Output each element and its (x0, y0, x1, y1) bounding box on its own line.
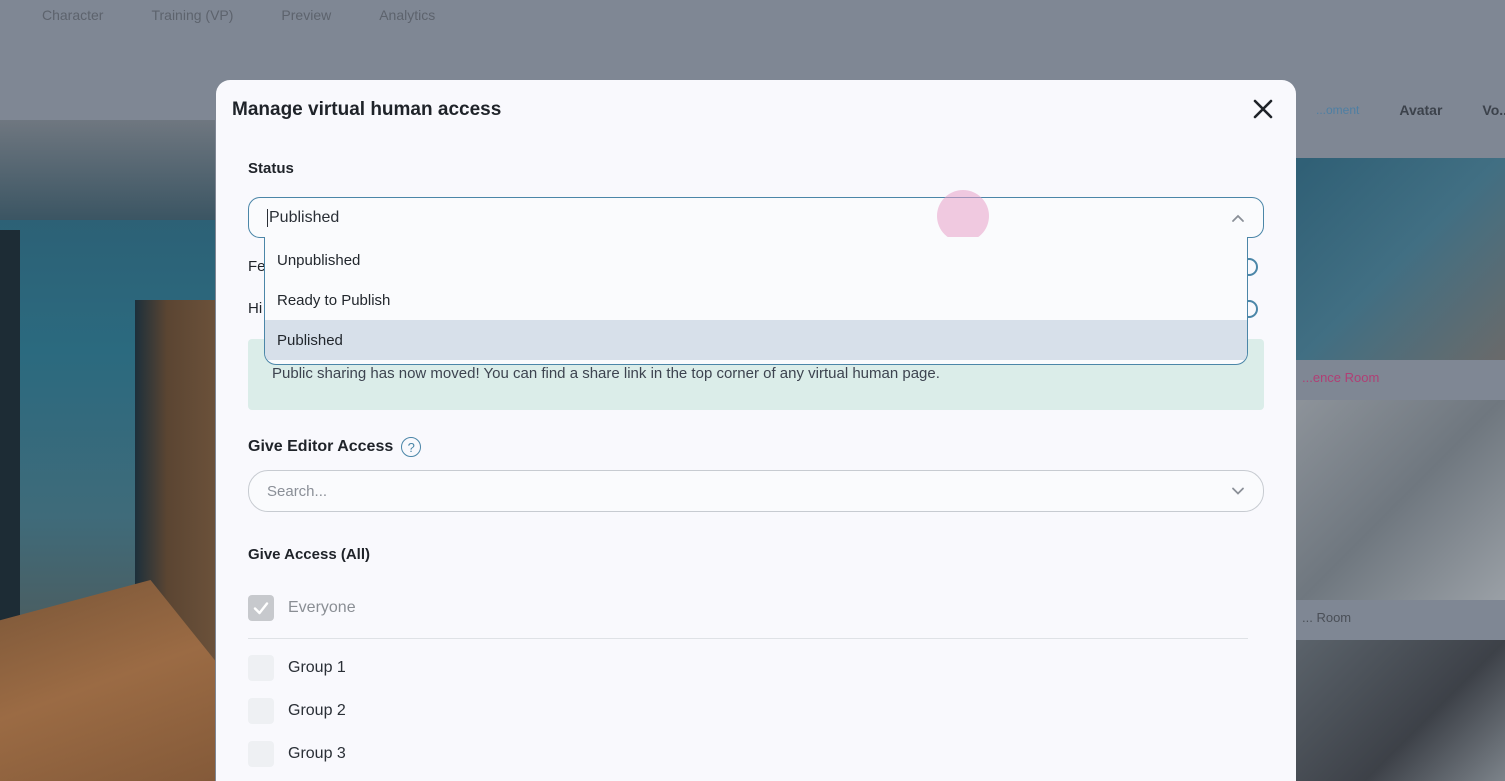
scene-ceiling (0, 120, 215, 220)
manage-access-modal: Manage virtual human access Status Fe Hi… (216, 80, 1296, 781)
status-select-value: Published (269, 208, 340, 226)
text-caret (267, 208, 268, 227)
bg-environment-card (1296, 640, 1505, 781)
background-3d-scene (0, 120, 215, 781)
bg-environment-card (1296, 158, 1505, 360)
bg-tab-character: Character (42, 7, 104, 23)
background-right-tabs: ...oment Avatar Vo... (1296, 80, 1505, 140)
background-top-tabs: Character Training (VP) Preview Analytic… (0, 0, 1505, 30)
close-icon (1253, 99, 1273, 119)
editor-access-label: Give Editor Access (248, 438, 394, 455)
editor-search-input[interactable]: Search... (248, 470, 1264, 512)
editor-search-placeholder: Search... (267, 482, 328, 500)
close-button[interactable] (1250, 96, 1276, 122)
everyone-checkbox[interactable] (248, 595, 274, 621)
group-checkbox-row[interactable]: Group 1 (248, 655, 346, 681)
everyone-checkbox-row[interactable]: Everyone (248, 595, 356, 621)
chevron-up-icon (1232, 214, 1244, 222)
group-checkbox-row[interactable]: Group 2 (248, 698, 346, 724)
status-dropdown-menu: Unpublished Ready to Publish Published (264, 237, 1248, 365)
bg-right-tab-voice: Vo... (1482, 102, 1505, 118)
hidden-row-label: Hi (248, 300, 263, 317)
hidden-row-label: Fe (248, 258, 266, 275)
bg-environment-card (1296, 400, 1505, 600)
bg-environment-caption: ...ence Room (1302, 370, 1380, 385)
chevron-down-icon (1232, 487, 1244, 495)
group-2-label: Group 2 (288, 702, 346, 719)
info-banner-text: Public sharing has now moved! You can fi… (272, 365, 940, 382)
group-3-checkbox[interactable] (248, 741, 274, 767)
group-3-label: Group 3 (288, 745, 346, 762)
bg-tab-training: Training (VP) (151, 7, 234, 23)
bg-tab-preview: Preview (281, 7, 332, 23)
group-1-label: Group 1 (288, 659, 346, 676)
bg-right-tab-avatar: Avatar (1399, 102, 1443, 118)
group-checkbox-row[interactable]: Group 3 (248, 741, 346, 767)
help-icon[interactable]: ? (401, 437, 422, 457)
status-option-published[interactable]: Published (265, 320, 1247, 360)
divider (248, 638, 1248, 639)
status-label: Status (248, 160, 294, 177)
bg-tab-analytics: Analytics (379, 7, 436, 23)
background-right-panel: ...oment Avatar Vo... ...ence Room ... R… (1296, 80, 1505, 781)
give-access-label: Give Access (All) (248, 546, 370, 563)
modal-title: Manage virtual human access (232, 99, 502, 120)
bg-environment-caption: ... Room (1302, 610, 1352, 625)
check-icon (253, 602, 269, 615)
cursor-indicator (937, 190, 989, 242)
everyone-label: Everyone (288, 599, 356, 616)
status-option-ready-to-publish[interactable]: Ready to Publish (265, 280, 1247, 320)
group-1-checkbox[interactable] (248, 655, 274, 681)
status-option-unpublished[interactable]: Unpublished (265, 240, 1247, 280)
bg-right-tab-environment: ...oment (1316, 103, 1360, 117)
editor-access-heading: Give Editor Access ? (248, 437, 422, 457)
group-2-checkbox[interactable] (248, 698, 274, 724)
status-select[interactable]: Published (248, 197, 1264, 238)
scene-doorframe (0, 230, 20, 650)
